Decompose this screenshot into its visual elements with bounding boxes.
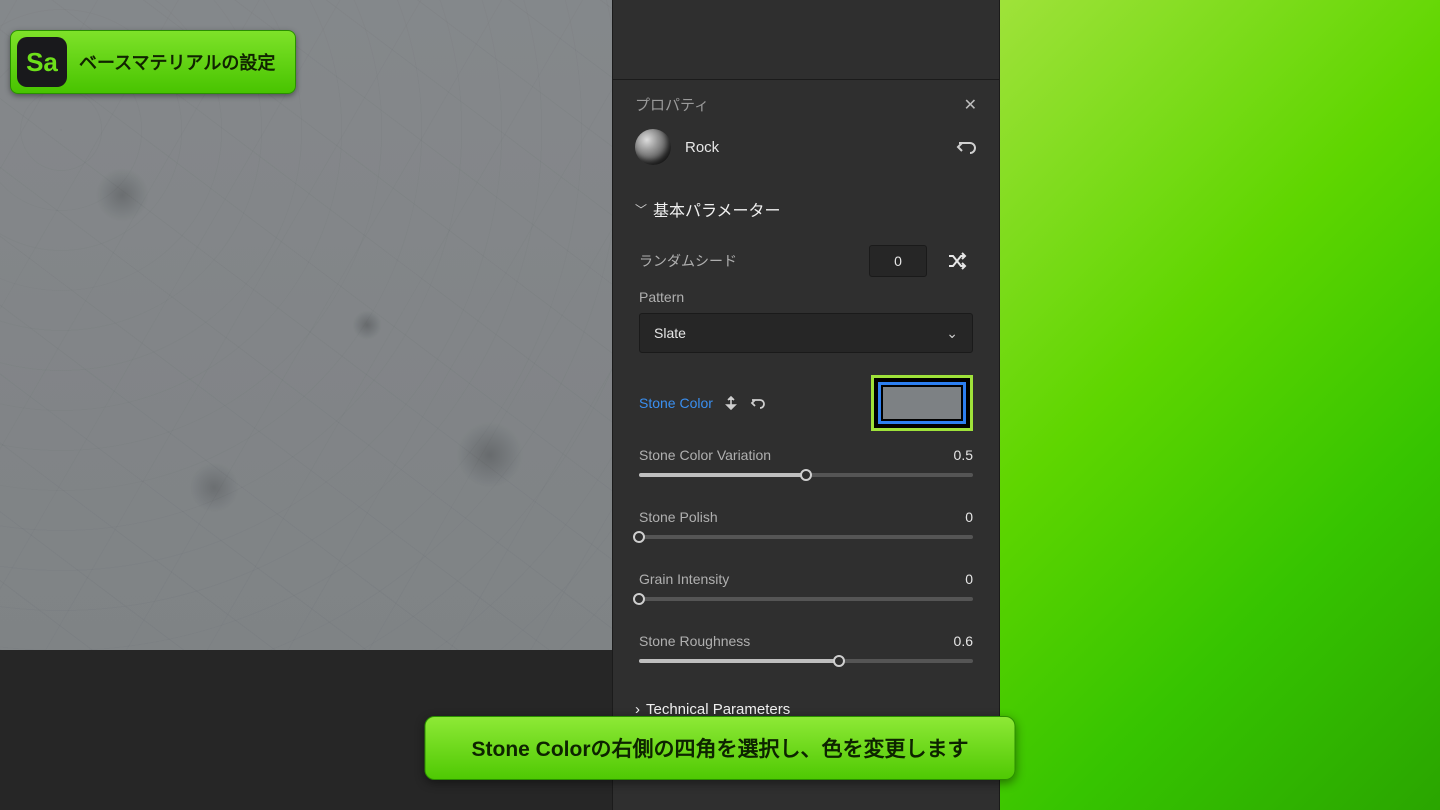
panel-header: プロパティ ✕ [613, 80, 999, 125]
section-basic-label: 基本パラメーター [653, 197, 781, 221]
slider-value: 0 [965, 509, 973, 525]
tutorial-badge-title: ベースマテリアルの設定 [79, 49, 275, 75]
slider-value: 0 [965, 571, 973, 587]
slider-label: Stone Polish [639, 509, 718, 525]
slider-label: Stone Roughness [639, 633, 750, 649]
tutorial-caption: Stone Colorの右側の四角を選択し、色を変更します [425, 716, 1016, 780]
stone-color-highlight [871, 375, 973, 431]
slider-fill [639, 659, 839, 663]
slider-track[interactable] [639, 473, 973, 477]
stone-color-label: Stone Color [639, 395, 713, 411]
random-seed-label: ランダムシード [639, 251, 869, 271]
slider-label: Grain Intensity [639, 571, 729, 587]
slider-label: Stone Color Variation [639, 447, 771, 463]
slider-track[interactable] [639, 597, 973, 601]
panel-top-spacer [613, 0, 999, 80]
chevron-down-icon: ﹀ [635, 201, 647, 218]
close-icon[interactable]: ✕ [964, 95, 977, 115]
stone-color-selection [878, 382, 966, 424]
slider-value: 0.5 [954, 447, 973, 463]
stone-color-row: Stone Color [613, 367, 999, 439]
material-thumbnail-icon[interactable] [635, 129, 671, 165]
slider-thumb[interactable] [800, 469, 812, 481]
section-basic-params[interactable]: ﹀ 基本パラメーター [613, 185, 999, 237]
slider-grain-intensity: Grain Intensity 0 [613, 563, 999, 625]
slider-thumb[interactable] [633, 593, 645, 605]
slider-stone-color-variation: Stone Color Variation 0.5 [613, 439, 999, 501]
random-seed-input[interactable] [869, 245, 927, 277]
slider-fill [639, 473, 806, 477]
shuffle-icon[interactable] [941, 245, 973, 277]
slider-stone-roughness: Stone Roughness 0.6 [613, 625, 999, 687]
material-row: Rock [613, 125, 999, 185]
pattern-select[interactable]: Slate ⌄ [639, 313, 973, 353]
slider-thumb[interactable] [633, 531, 645, 543]
pattern-field: Pattern Slate ⌄ [613, 285, 999, 367]
background-green [1000, 0, 1440, 810]
material-viewport[interactable] [0, 0, 612, 650]
pin-icon[interactable] [725, 396, 737, 410]
reset-icon[interactable] [749, 397, 765, 409]
slider-value: 0.6 [954, 633, 973, 649]
undo-icon[interactable] [955, 139, 977, 155]
slider-track[interactable] [639, 659, 973, 663]
slider-track[interactable] [639, 535, 973, 539]
slider-stone-polish: Stone Polish 0 [613, 501, 999, 563]
pattern-label: Pattern [639, 289, 973, 305]
random-seed-row: ランダムシード [613, 237, 999, 285]
app-logo-icon: Sa [17, 37, 67, 87]
stone-color-swatch[interactable] [883, 387, 961, 419]
pattern-value: Slate [654, 325, 686, 341]
material-name: Rock [685, 139, 719, 156]
slider-thumb[interactable] [833, 655, 845, 667]
chevron-down-icon: ⌄ [946, 325, 958, 342]
panel-title: プロパティ [635, 94, 709, 115]
tutorial-badge: Sa ベースマテリアルの設定 [10, 30, 296, 94]
properties-panel: プロパティ ✕ Rock ﹀ 基本パラメーター ランダムシード Pattern … [612, 0, 1000, 810]
